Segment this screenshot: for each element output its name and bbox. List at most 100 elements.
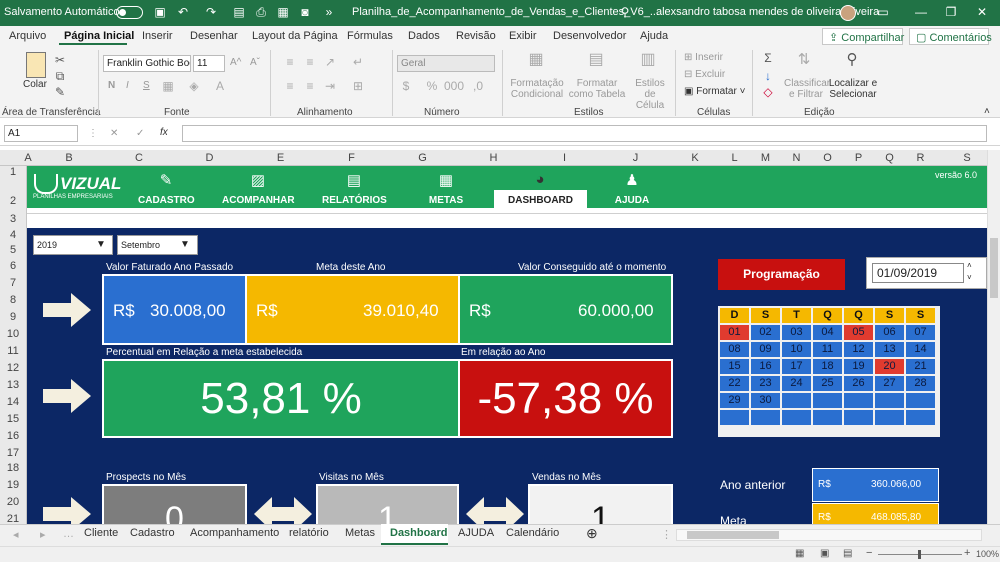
calendar-day[interactable] bbox=[751, 410, 780, 425]
fill-color-icon[interactable]: ◈ bbox=[186, 78, 202, 94]
enter-icon[interactable]: ✓ bbox=[136, 128, 144, 139]
zoom-in-icon[interactable]: + bbox=[964, 547, 970, 559]
font-color-icon[interactable]: A bbox=[212, 78, 228, 94]
scroll-tabs-right-icon[interactable]: ▸ bbox=[40, 528, 46, 541]
tab-revisao[interactable]: Revisão bbox=[456, 30, 496, 42]
camera-icon[interactable]: ◙ bbox=[298, 5, 312, 19]
shrink-font-icon[interactable]: Aˇ bbox=[250, 57, 260, 68]
calendar-day[interactable]: 05 bbox=[844, 325, 873, 340]
sort-filter-button[interactable]: Classificar e Filtrar bbox=[784, 78, 830, 100]
vertical-scroll-thumb[interactable] bbox=[990, 238, 998, 298]
spin-down-icon[interactable]: ˅ bbox=[967, 273, 972, 282]
row-header[interactable]: 1 bbox=[0, 166, 26, 178]
conditional-format-button[interactable]: Formatação Condicional bbox=[508, 78, 566, 100]
calendar-day[interactable] bbox=[782, 410, 811, 425]
indent-icon[interactable]: ⇥ bbox=[322, 78, 338, 94]
orientation-icon[interactable]: ↗ bbox=[322, 54, 338, 70]
spin-up-icon[interactable]: ˄ bbox=[967, 261, 972, 270]
row-header[interactable]: 12 bbox=[0, 362, 26, 374]
horizontal-scroll-thumb[interactable] bbox=[687, 531, 779, 539]
insert-cells-button[interactable]: ⊞ Inserir bbox=[684, 52, 723, 63]
redo-icon[interactable]: ↷ bbox=[204, 5, 218, 19]
scroll-tabs-left-icon[interactable]: ◂ bbox=[13, 528, 19, 541]
comments-button[interactable]: ▢ Comentários bbox=[909, 28, 992, 45]
format-cells-button[interactable]: ▣ Formatar ˅ bbox=[684, 86, 745, 97]
font-size-select[interactable]: 11 bbox=[193, 55, 225, 72]
avatar[interactable] bbox=[840, 5, 856, 21]
column-header[interactable]: O bbox=[812, 152, 843, 164]
vertical-scrollbar[interactable] bbox=[987, 150, 1000, 524]
column-header[interactable]: H bbox=[458, 152, 529, 164]
row-header[interactable]: 7 bbox=[0, 277, 26, 289]
tab-dados[interactable]: Dados bbox=[408, 30, 440, 42]
calendar-day[interactable] bbox=[844, 393, 873, 408]
calendar-day[interactable]: 06 bbox=[875, 325, 904, 340]
autosum-icon[interactable]: Σ bbox=[760, 50, 776, 66]
zoom-out-icon[interactable]: − bbox=[866, 547, 872, 559]
calendar-day[interactable]: 15 bbox=[720, 359, 749, 374]
calendar-day[interactable] bbox=[875, 393, 904, 408]
sheet-tab-metas[interactable]: Metas bbox=[345, 527, 375, 539]
calendar-day[interactable]: 12 bbox=[844, 342, 873, 357]
cell-styles-icon[interactable]: ▥ bbox=[640, 52, 656, 68]
format-table-icon[interactable]: ▤ bbox=[588, 52, 604, 68]
save-icon[interactable]: ▣ bbox=[153, 5, 167, 19]
calendar-day[interactable]: 24 bbox=[782, 376, 811, 391]
image-icon[interactable]: ▦ bbox=[276, 5, 290, 19]
format-painter-icon[interactable]: ✎ bbox=[52, 84, 68, 100]
tab-layout[interactable]: Layout da Página bbox=[252, 30, 338, 42]
column-header[interactable]: F bbox=[316, 152, 387, 164]
minimize-icon[interactable]: — bbox=[914, 5, 928, 19]
undo-icon[interactable]: ↶ bbox=[176, 5, 190, 19]
column-header[interactable]: E bbox=[245, 152, 316, 164]
row-header[interactable]: 4 bbox=[0, 229, 26, 241]
number-format-select[interactable]: Geral bbox=[397, 55, 495, 72]
calendar-day[interactable]: 25 bbox=[813, 376, 842, 391]
currency-icon[interactable]: $ bbox=[398, 78, 414, 94]
sort-filter-icon[interactable]: ⇅ bbox=[796, 52, 812, 68]
year-select[interactable]: 2019 ▼ bbox=[33, 235, 113, 255]
row-header[interactable]: 13 bbox=[0, 379, 26, 391]
thousands-icon[interactable]: 000 bbox=[444, 78, 464, 94]
column-header[interactable]: N bbox=[781, 152, 812, 164]
nav-dashboard[interactable]: DASHBOARD bbox=[494, 195, 587, 206]
tab-exibir[interactable]: Exibir bbox=[509, 30, 537, 42]
date-field[interactable]: 01/09/2019 bbox=[872, 263, 964, 283]
calendar-day[interactable]: 20 bbox=[875, 359, 904, 374]
find-icon[interactable]: ⚲ bbox=[844, 52, 860, 68]
row-header[interactable]: 3 bbox=[0, 213, 26, 225]
calendar-day[interactable]: 22 bbox=[720, 376, 749, 391]
row-header[interactable]: 16 bbox=[0, 430, 26, 442]
row-header[interactable]: 5 bbox=[0, 244, 26, 256]
calendar-day[interactable]: 08 bbox=[720, 342, 749, 357]
row-header[interactable]: 2 bbox=[0, 195, 26, 207]
grow-font-icon[interactable]: A^ bbox=[230, 57, 241, 68]
merge-icon[interactable]: ⊞ bbox=[350, 78, 366, 94]
tab-desenhar[interactable]: Desenhar bbox=[190, 30, 238, 42]
bold-button[interactable]: N bbox=[108, 80, 115, 91]
restore-icon[interactable]: ❐ bbox=[944, 5, 958, 19]
calendar-day[interactable]: 03 bbox=[782, 325, 811, 340]
row-header[interactable]: 11 bbox=[0, 345, 26, 357]
copy-icon[interactable]: ⧉ bbox=[52, 68, 68, 84]
print-icon[interactable]: ⎙ bbox=[254, 5, 268, 19]
column-header[interactable]: J bbox=[600, 152, 671, 164]
normal-view-icon[interactable]: ▦ bbox=[795, 548, 804, 559]
calendar-day[interactable]: 07 bbox=[906, 325, 935, 340]
sheet-tab-cadastro[interactable]: Cadastro bbox=[130, 527, 175, 539]
clear-icon[interactable]: ◇ bbox=[760, 84, 776, 100]
column-header[interactable]: Q bbox=[874, 152, 905, 164]
sheet-tab-cliente[interactable]: Cliente bbox=[84, 527, 118, 539]
zoom-slider-thumb[interactable] bbox=[918, 550, 921, 559]
align-top-icon[interactable]: ≡ bbox=[282, 54, 298, 70]
font-name-select[interactable]: Franklin Gothic Boo bbox=[103, 55, 191, 72]
row-header[interactable]: 14 bbox=[0, 396, 26, 408]
column-header[interactable]: D bbox=[174, 152, 245, 164]
calendar-day[interactable]: 09 bbox=[751, 342, 780, 357]
calendar-day[interactable]: 23 bbox=[751, 376, 780, 391]
fill-icon[interactable]: ↓ bbox=[760, 68, 776, 84]
sheet-tab-acompanhamento[interactable]: Acompanhamento bbox=[190, 527, 279, 539]
calendar-day[interactable]: 29 bbox=[720, 393, 749, 408]
collapse-ribbon-icon[interactable]: ˄ bbox=[984, 106, 990, 117]
page-break-icon[interactable]: ▤ bbox=[843, 548, 852, 559]
